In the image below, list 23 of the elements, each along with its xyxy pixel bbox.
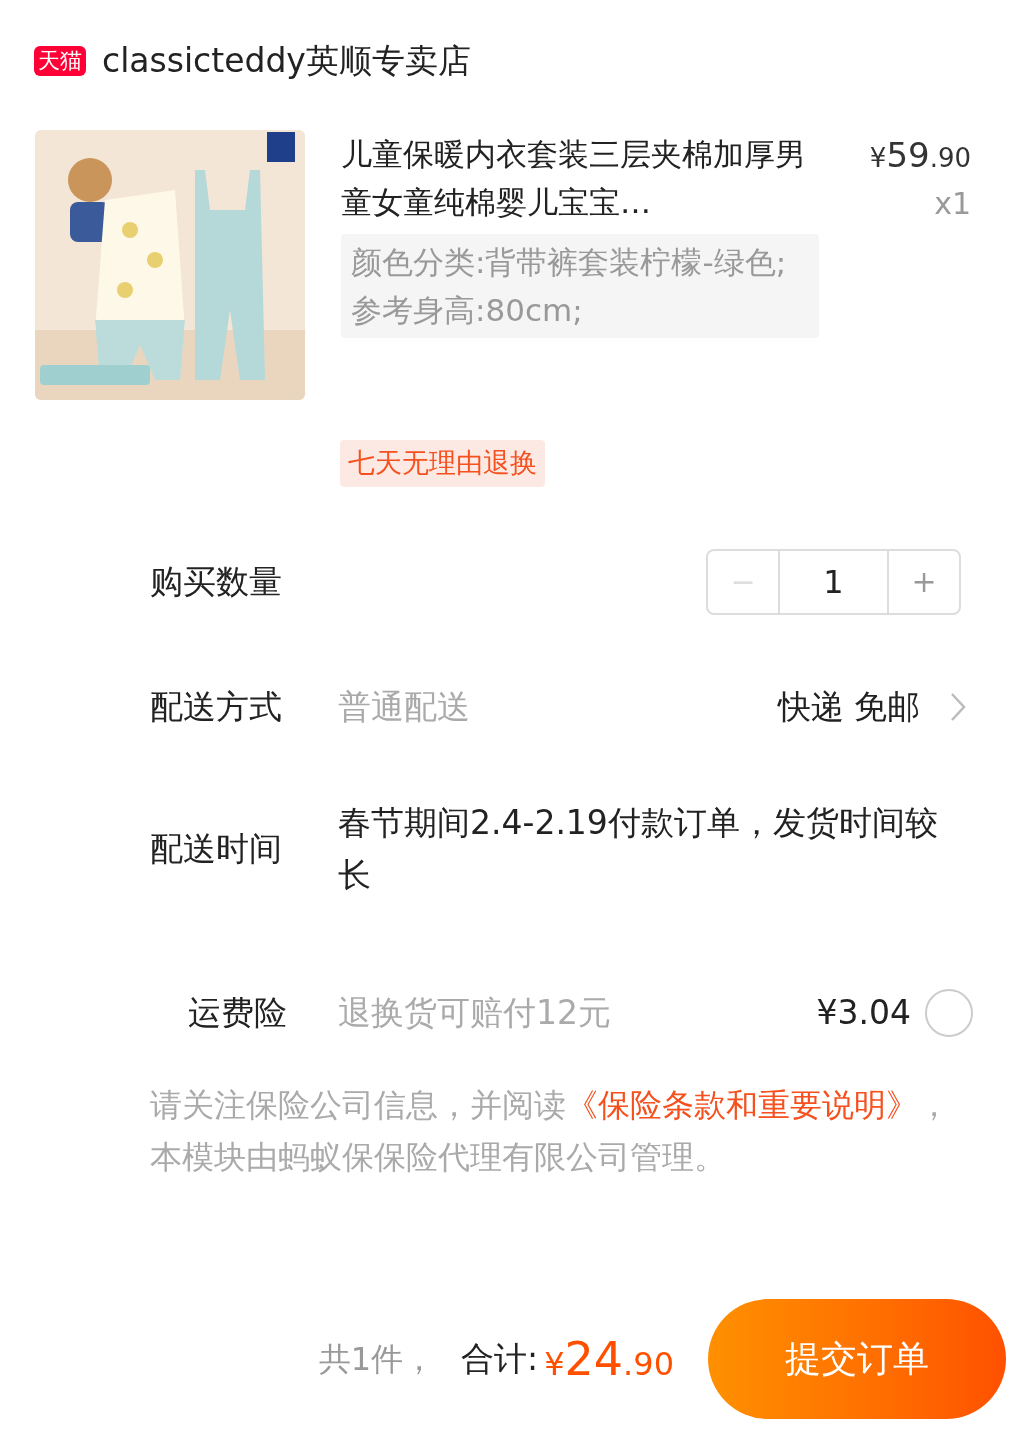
- chevron-right-icon[interactable]: [950, 691, 966, 722]
- tmall-logo: 天猫: [34, 46, 86, 76]
- shipping-method: 普通配送: [338, 685, 471, 728]
- total-label: 合计:: [461, 1338, 539, 1381]
- price: ¥59.90: [869, 134, 971, 177]
- item-count: 共1件，: [318, 1339, 436, 1380]
- radio-button[interactable]: [925, 988, 973, 1037]
- return-badge: 七天无理由退换: [340, 440, 545, 487]
- quantity-field[interactable]: 1: [780, 550, 887, 613]
- row-label: 配送时间: [150, 827, 283, 870]
- delivery-time: 春节期间2.4-2.19付款订单，发货时间较长: [338, 801, 939, 896]
- insurance-price: ¥3.04: [816, 991, 911, 1034]
- store-name[interactable]: classicteddy英顺专卖店: [102, 36, 471, 86]
- insurance-description: 退换货可赔付12元: [338, 991, 612, 1034]
- row-label: 运费险: [188, 991, 288, 1034]
- quantity-label: x1: [934, 185, 971, 223]
- product-title[interactable]: 儿童保暖内衣套装三层夹棉加厚男童女童纯棉婴儿宝宝…: [341, 130, 821, 226]
- product-spec: 颜色分类:背带裤套装柠檬-绿色;参考身高:80cm;: [341, 234, 819, 338]
- row-label: 配送方式: [150, 685, 283, 728]
- insurance-notice: 请关注保险公司信息，并阅读《保险条款和重要说明》，本模块由蚂蚁保保险代理有限公司管理。: [149, 1084, 951, 1178]
- price: ¥24.90: [544, 1330, 674, 1388]
- shipping-value[interactable]: 快递 免邮: [777, 681, 920, 732]
- row-label: 购买数量: [150, 560, 282, 603]
